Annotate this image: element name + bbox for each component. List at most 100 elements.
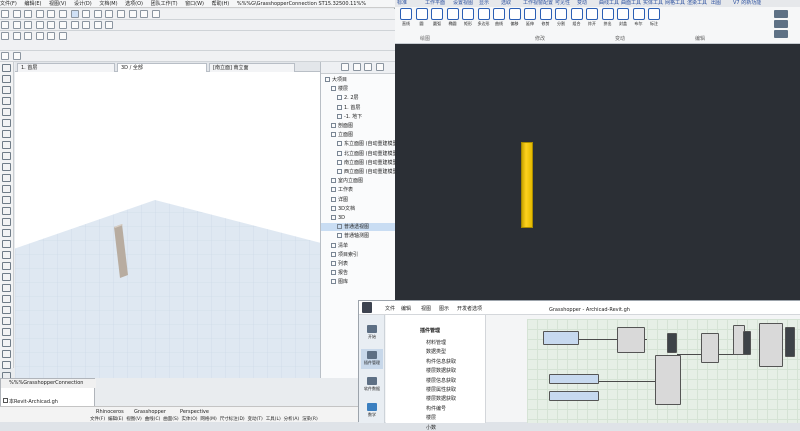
- hotspot-tool-icon[interactable]: [2, 350, 11, 358]
- marquee-tool-icon[interactable]: [2, 75, 11, 83]
- arrow-select-icon[interactable]: [2, 64, 11, 72]
- gh-menu-display[interactable]: 图示: [439, 305, 449, 312]
- curtain-wall-tool-icon[interactable]: [2, 185, 11, 193]
- publisher-icon[interactable]: [375, 63, 384, 71]
- slab-icon[interactable]: [35, 32, 44, 40]
- navigator-item[interactable]: 立面图: [321, 131, 396, 139]
- save-icon[interactable]: [24, 10, 33, 18]
- ribbon-button[interactable]: 分割: [554, 8, 568, 28]
- list-item[interactable]: 构件信息获取: [426, 358, 456, 365]
- ribbon-tab[interactable]: 渲染工具: [687, 0, 707, 7]
- mirror-icon[interactable]: [35, 21, 44, 29]
- ribbon-button[interactable]: 组合: [570, 8, 584, 28]
- rhino-menu-analyze[interactable]: 分析(A): [284, 417, 300, 422]
- ribbon-button[interactable]: 布尔: [632, 8, 646, 28]
- rhino-viewport[interactable]: [395, 44, 800, 300]
- menu-document[interactable]: 文档(M): [99, 0, 117, 7]
- navigator-item[interactable]: 报告: [321, 269, 396, 277]
- offset-icon[interactable]: [82, 21, 91, 29]
- menu-help[interactable]: 帮助(H): [212, 0, 230, 7]
- undo-icon[interactable]: [47, 10, 56, 18]
- rhino-menu-transform[interactable]: 变动(T): [248, 417, 263, 422]
- navigator-item[interactable]: 楼层: [321, 85, 396, 93]
- navigator-item[interactable]: 3D: [321, 214, 396, 222]
- align-icon[interactable]: [47, 21, 56, 29]
- gh-node[interactable]: [543, 331, 579, 345]
- figure-tool-icon[interactable]: [2, 361, 11, 369]
- ribbon-button[interactable]: 标注: [647, 8, 661, 28]
- sidebar-plugins[interactable]: 插件管理: [361, 349, 383, 369]
- spline-tool-icon[interactable]: [2, 339, 11, 347]
- navigator-item[interactable]: 北立面图 (自动重建模型): [321, 150, 400, 158]
- menu-edit[interactable]: 编辑(E): [24, 0, 41, 7]
- ribbon-tab[interactable]: 出图: [711, 0, 721, 7]
- 3d-viewport[interactable]: [15, 72, 320, 378]
- ribbon-button[interactable]: 直线: [399, 8, 413, 28]
- rhino-menu-solid[interactable]: 实体(O): [181, 417, 197, 422]
- navigator-item[interactable]: 3D文档: [321, 205, 396, 213]
- project-map-icon[interactable]: [341, 63, 349, 71]
- navigator-item[interactable]: 1. 首层: [321, 104, 396, 112]
- object-tool-icon[interactable]: [2, 218, 11, 226]
- view-map-icon[interactable]: [352, 63, 361, 71]
- ribbon-tab[interactable]: 标准: [397, 0, 407, 7]
- navigator-item[interactable]: -1. 地下: [321, 113, 396, 121]
- gh-node[interactable]: [655, 355, 681, 405]
- door-tool-icon[interactable]: [2, 97, 11, 105]
- navigator-item[interactable]: 南立面图 (自动重建模型): [321, 159, 400, 167]
- menu-teamwork[interactable]: 团队工作(T): [151, 0, 178, 7]
- rhino-menu-view[interactable]: 视图(V): [126, 417, 142, 422]
- gh-node[interactable]: [549, 374, 599, 384]
- gh-menu-edit[interactable]: 编辑: [401, 305, 411, 312]
- ribbon-tab[interactable]: V7 的新功能: [733, 0, 761, 7]
- eye-icon[interactable]: [12, 52, 21, 60]
- stair-tool-icon[interactable]: [2, 163, 11, 171]
- morph-tool-icon[interactable]: [2, 207, 11, 215]
- ribbon-button[interactable]: 椭圆: [446, 8, 460, 28]
- roof-icon[interactable]: [47, 32, 56, 40]
- grid-icon[interactable]: [140, 10, 149, 18]
- print-icon[interactable]: [35, 10, 44, 18]
- gh-node[interactable]: [667, 333, 677, 353]
- navigator-item[interactable]: 清单: [321, 242, 396, 250]
- menu-view[interactable]: 视图(V): [49, 0, 66, 7]
- wall-tool-icon[interactable]: [2, 86, 11, 94]
- ribbon-button[interactable]: 封盖: [616, 8, 630, 28]
- trim-icon[interactable]: [58, 21, 67, 29]
- menu-file[interactable]: 文件(F): [0, 0, 17, 7]
- ribbon-tab[interactable]: 网格工具: [665, 0, 685, 7]
- navigator-item[interactable]: 普通轴测图: [321, 232, 396, 240]
- rhino-menu-edit[interactable]: 编辑(E): [108, 417, 123, 422]
- gh-menu-developer[interactable]: 开发者选项: [457, 305, 482, 312]
- gh-node[interactable]: [785, 327, 795, 357]
- ribbon-tab[interactable]: 选取: [501, 0, 511, 7]
- text-tool-icon[interactable]: [2, 273, 11, 281]
- split-icon[interactable]: [70, 21, 79, 29]
- ribbon-tab[interactable]: 工作平面: [425, 0, 445, 7]
- polyline-tool-icon[interactable]: [2, 328, 11, 336]
- move-icon[interactable]: [12, 21, 21, 29]
- redo-icon[interactable]: [58, 10, 67, 18]
- rhino-menu-surface[interactable]: 曲面(S): [163, 417, 178, 422]
- gh-node[interactable]: [549, 391, 599, 401]
- list-item[interactable]: 楼层信息获取: [426, 377, 456, 384]
- sidebar-start[interactable]: 开始: [361, 323, 383, 343]
- list-item[interactable]: 楼层属性获取: [426, 386, 456, 393]
- rhino-menu-dimension[interactable]: 尺寸标注(D): [220, 417, 245, 422]
- gh-file-name[interactable]: 本Revit-Archicad.gh: [9, 398, 94, 405]
- ribbon-button[interactable]: 圆弧: [430, 8, 444, 28]
- beam-icon[interactable]: [24, 32, 33, 40]
- rhino-column-object[interactable]: [521, 142, 533, 228]
- ribbon-button[interactable]: 圆: [415, 8, 429, 28]
- rotate-icon[interactable]: [24, 21, 33, 29]
- navigator-item[interactable]: 图库: [321, 278, 396, 286]
- zone-icon[interactable]: [58, 32, 67, 40]
- navigator-item[interactable]: 大项目: [321, 76, 396, 84]
- tab-3d[interactable]: 3D / 全部: [117, 63, 207, 72]
- zone-tool-icon[interactable]: [2, 240, 11, 248]
- ribbon-button[interactable]: 挤出: [601, 8, 615, 28]
- roof-tool-icon[interactable]: [2, 152, 11, 160]
- open-folder-icon[interactable]: [12, 10, 21, 18]
- list-item[interactable]: 数据类型: [426, 348, 446, 355]
- tab-south-elevation[interactable]: [南立面] 南立面: [209, 63, 295, 72]
